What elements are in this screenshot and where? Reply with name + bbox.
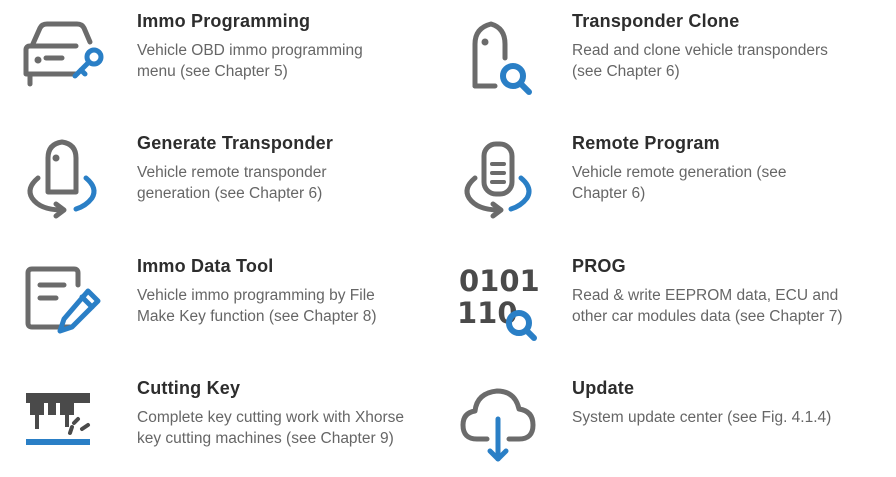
item-text: Immo Data Tool Vehicle immo programming … (137, 255, 437, 327)
item-description: Vehicle remote generation (see Chapter 6) (572, 162, 896, 204)
item-description: Vehicle immo programming by File Make Key… (137, 285, 437, 327)
menu-item-update[interactable]: Update System update center (see Fig. 4.… (453, 377, 873, 477)
menu-item-prog[interactable]: 0101 110 PROG Read & write EEPROM data, … (453, 255, 873, 355)
item-description: Complete key cutting work with Xhorse key… (137, 407, 437, 449)
item-title: Cutting Key (137, 378, 241, 398)
menu-item-transponder-clone[interactable]: Transponder Clone Read and clone vehicle… (453, 10, 873, 110)
item-title: Transponder Clone (572, 11, 740, 31)
item-title: Immo Data Tool (137, 256, 274, 276)
transponder-search-icon (453, 10, 545, 100)
desc-line: System update center (see Fig. 4.1.4) (572, 409, 832, 426)
desc-line: Vehicle remote generation (see (572, 164, 787, 181)
item-title: Update (572, 378, 635, 398)
item-title: Generate Transponder (137, 133, 334, 153)
item-title: PROG (572, 256, 626, 276)
desc-line: generation (see Chapter 6) (137, 185, 323, 202)
menu-item-immo-data-tool[interactable]: Immo Data Tool Vehicle immo programming … (18, 255, 438, 355)
item-text: Update System update center (see Fig. 4.… (572, 377, 896, 428)
menu-item-remote-program[interactable]: Remote Program Vehicle remote generation… (453, 132, 873, 232)
car-key-icon (18, 12, 110, 102)
cloud-download-icon (453, 377, 545, 467)
item-description: Read and clone vehicle transponders (see … (572, 40, 896, 82)
icon-binary-top: 0101 (459, 264, 540, 298)
desc-line: Vehicle remote transponder (137, 164, 327, 181)
document-pen-icon (18, 255, 110, 345)
key-cutting-machine-icon (18, 377, 110, 467)
item-title: Immo Programming (137, 11, 311, 31)
desc-line: other car modules data (see Chapter 7) (572, 308, 843, 325)
menu-item-cutting-key[interactable]: Cutting Key Complete key cutting work wi… (18, 377, 438, 477)
remote-rotate-icon (453, 132, 545, 222)
desc-line: menu (see Chapter 5) (137, 63, 288, 80)
desc-line: Make Key function (see Chapter 8) (137, 308, 377, 325)
item-text: Generate Transponder Vehicle remote tran… (137, 132, 437, 204)
item-description: Vehicle OBD immo programming menu (see Ch… (137, 40, 437, 82)
item-text: PROG Read & write EEPROM data, ECU and ot… (572, 255, 896, 327)
item-text: Transponder Clone Read and clone vehicle… (572, 10, 896, 82)
desc-line: Chapter 6) (572, 185, 646, 202)
item-text: Remote Program Vehicle remote generation… (572, 132, 896, 204)
menu-item-generate-transponder[interactable]: Generate Transponder Vehicle remote tran… (18, 132, 438, 232)
item-description: Read & write EEPROM data, ECU and other c… (572, 285, 896, 327)
item-text: Immo Programming Vehicle OBD immo progra… (137, 10, 437, 82)
binary-search-icon: 0101 110 (453, 255, 545, 345)
item-text: Cutting Key Complete key cutting work wi… (137, 377, 437, 449)
item-description: Vehicle remote transponder generation (se… (137, 162, 437, 204)
item-title: Remote Program (572, 133, 720, 153)
desc-line: Read and clone vehicle transponders (572, 42, 828, 59)
desc-line: Read & write EEPROM data, ECU and (572, 287, 839, 304)
item-description: System update center (see Fig. 4.1.4) (572, 407, 896, 428)
desc-line: Vehicle OBD immo programming (137, 42, 363, 59)
desc-line: (see Chapter 6) (572, 63, 680, 80)
transponder-rotate-icon (18, 132, 110, 222)
desc-line: Vehicle immo programming by File (137, 287, 375, 304)
desc-line: Complete key cutting work with Xhorse (137, 409, 405, 426)
menu-item-immo-programming[interactable]: Immo Programming Vehicle OBD immo progra… (18, 10, 438, 110)
desc-line: key cutting machines (see Chapter 9) (137, 430, 394, 447)
